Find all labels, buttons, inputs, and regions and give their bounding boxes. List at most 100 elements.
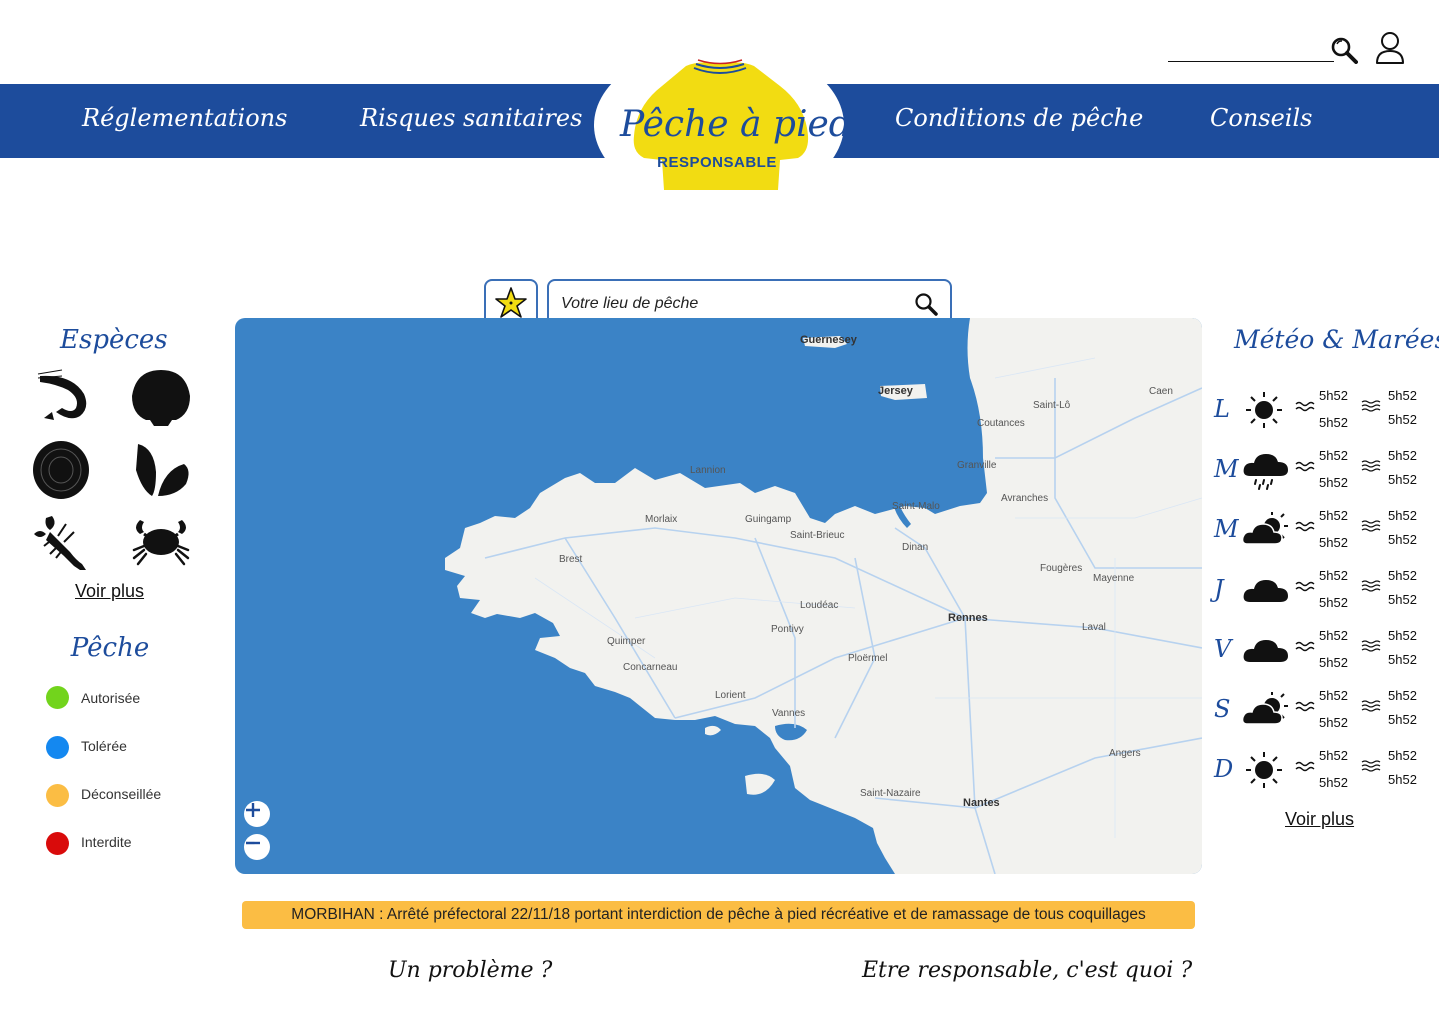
- map-label: Angers: [1109, 748, 1141, 759]
- map-label: Laval: [1082, 622, 1106, 633]
- zoom-in-button[interactable]: [244, 801, 270, 827]
- map-label: Morlaix: [645, 514, 678, 525]
- high-tide-icon: [1361, 700, 1381, 712]
- low-tide-time: 5h52: [1319, 628, 1348, 643]
- low-tide-icon: [1295, 701, 1315, 712]
- alert-banner[interactable]: MORBIHAN : Arrêté préfectoral 22/11/18 p…: [242, 901, 1195, 929]
- fishing-map[interactable]: Guernesey Jersey Morlaix Brest Quimper C…: [235, 318, 1202, 874]
- high-tide-time: 5h52: [1388, 688, 1417, 703]
- minus-icon: [246, 841, 260, 845]
- footer-responsible-link[interactable]: Etre responsable, c'est quoi ?: [862, 958, 1192, 983]
- map-label: Quimper: [607, 636, 646, 647]
- low-tide-icon: [1295, 761, 1315, 772]
- oyster-icon[interactable]: [30, 438, 92, 500]
- low-tide-icon: [1295, 401, 1315, 412]
- low-tide-time: 5h52: [1319, 688, 1348, 703]
- legend-dot-interdite: [46, 832, 69, 855]
- map-label: Caen: [1149, 386, 1173, 397]
- low-tide-icon: [1295, 581, 1315, 592]
- legend-label: Interdite: [81, 834, 132, 850]
- high-tide-time: 5h52: [1388, 532, 1417, 547]
- map-label: Saint-Malo: [892, 501, 940, 512]
- low-tide-time: 5h52: [1319, 535, 1348, 550]
- crab-icon[interactable]: [130, 510, 192, 572]
- high-tide-time: 5h52: [1388, 592, 1417, 607]
- legend-dot-deconseillee: [46, 784, 69, 807]
- map-label: Concarneau: [623, 662, 678, 673]
- map-label: Pontivy: [771, 624, 804, 635]
- low-tide-time: 5h52: [1319, 595, 1348, 610]
- high-tide-time: 5h52: [1388, 412, 1417, 427]
- weather-day-row[interactable]: D 5h52 5h52 5h52 5h52: [1214, 745, 1424, 795]
- logo-subtitle: RESPONSABLE: [657, 154, 777, 171]
- weather-day-label: D: [1214, 755, 1234, 783]
- search-icon[interactable]: [914, 292, 938, 316]
- weather-more-link[interactable]: Voir plus: [1285, 809, 1354, 830]
- place-search-input[interactable]: [561, 291, 901, 317]
- species-title: Espèces: [60, 325, 168, 355]
- lobster-icon[interactable]: [30, 510, 92, 572]
- weather-day-label: M: [1214, 455, 1239, 483]
- sun-icon: [1246, 392, 1282, 428]
- high-tide-time: 5h52: [1388, 388, 1417, 403]
- high-tide-time: 5h52: [1388, 628, 1417, 643]
- high-tide-time: 5h52: [1388, 568, 1417, 583]
- zoom-out-button[interactable]: [244, 834, 270, 860]
- header-search-input[interactable]: [1168, 61, 1334, 62]
- map-label: Lannion: [690, 465, 726, 476]
- logo-title: Pêche à pied: [620, 104, 852, 145]
- mussel-icon[interactable]: [130, 440, 192, 502]
- header-search[interactable]: [1168, 36, 1358, 64]
- nav-conseils[interactable]: Conseils: [1210, 104, 1312, 132]
- weather-day-label: J: [1214, 575, 1224, 603]
- high-tide-icon: [1361, 580, 1381, 592]
- sun-icon: [1246, 752, 1282, 788]
- map-label: Dinan: [902, 542, 929, 553]
- scallop-icon[interactable]: [130, 366, 192, 428]
- map-label: Saint-Nazaire: [860, 788, 921, 799]
- low-tide-time: 5h52: [1319, 715, 1348, 730]
- weather-day-label: M: [1214, 515, 1239, 543]
- map-label: Rennes: [948, 612, 988, 624]
- weather-day-row[interactable]: M 5h52 5h52 5h52 5h52: [1214, 445, 1424, 495]
- low-tide-icon: [1295, 521, 1315, 532]
- low-tide-icon: [1295, 461, 1315, 472]
- map-label: Loudéac: [800, 600, 839, 611]
- species-more-link[interactable]: Voir plus: [75, 581, 144, 602]
- map-label: Vannes: [772, 708, 806, 719]
- nav-conditions-de-peche[interactable]: Conditions de pêche: [895, 104, 1143, 132]
- legend-dot-toleree: [46, 736, 69, 759]
- weather-day-row[interactable]: M 5h52 5h52 5h52 5h52: [1214, 505, 1424, 555]
- cloud-icon: [1243, 640, 1288, 662]
- starfish-icon: [495, 287, 527, 318]
- low-tide-time: 5h52: [1319, 748, 1348, 763]
- weather-day-row[interactable]: J 5h52 5h52 5h52 5h52: [1214, 565, 1424, 615]
- search-icon[interactable]: [1330, 36, 1358, 64]
- map-label: Saint-Brieuc: [790, 530, 845, 541]
- high-tide-time: 5h52: [1388, 448, 1417, 463]
- high-tide-icon: [1361, 520, 1381, 532]
- map-label: Guernesey: [800, 334, 857, 346]
- cloud-icon: [1243, 580, 1288, 602]
- weather-title: Météo & Marées: [1234, 325, 1439, 354]
- low-tide-time: 5h52: [1319, 568, 1348, 583]
- high-tide-icon: [1361, 400, 1381, 412]
- high-tide-time: 5h52: [1388, 748, 1417, 763]
- footer-problem-link[interactable]: Un problème ?: [388, 958, 552, 983]
- weather-day-row[interactable]: L 5h52 5h52 5h52 5h52: [1214, 385, 1424, 435]
- high-tide-time: 5h52: [1388, 712, 1417, 727]
- nav-risques-sanitaires[interactable]: Risques sanitaires: [360, 104, 582, 132]
- legend-label: Autorisée: [81, 690, 141, 706]
- site-logo[interactable]: Pêche à pied RESPONSABLE: [620, 56, 852, 196]
- nav-reglementations[interactable]: Réglementations: [82, 104, 287, 132]
- legend-dot-autorisee: [46, 686, 69, 709]
- shrimp-icon[interactable]: [32, 368, 94, 430]
- weather-day-row[interactable]: S 5h52 5h52 5h52 5h52: [1214, 685, 1424, 735]
- map-label: Lorient: [715, 690, 746, 701]
- user-icon[interactable]: [1374, 31, 1406, 65]
- map-label: Brest: [559, 554, 583, 565]
- map-label: Mayenne: [1093, 573, 1135, 584]
- map-label: Guingamp: [745, 514, 792, 525]
- weather-day-row[interactable]: V 5h52 5h52 5h52 5h52: [1214, 625, 1424, 675]
- rain-cloud-icon: [1243, 454, 1288, 490]
